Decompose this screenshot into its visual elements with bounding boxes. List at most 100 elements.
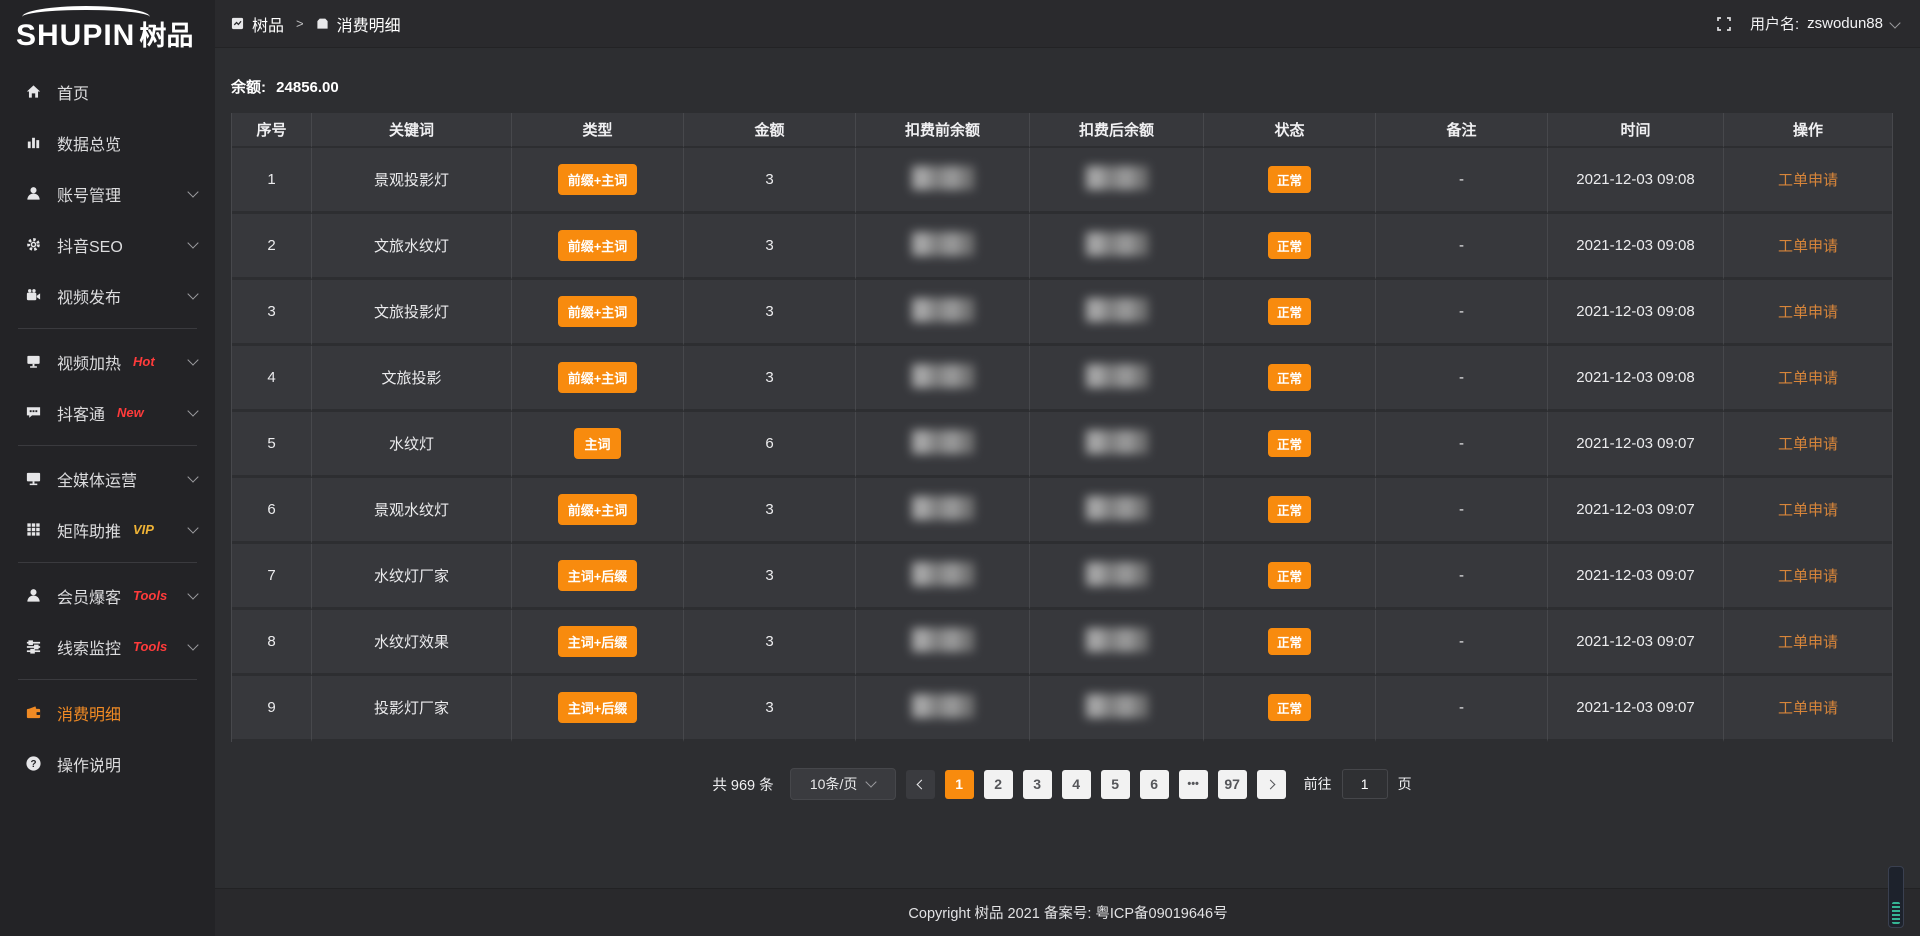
cell-index: 6 xyxy=(232,478,312,544)
prev-page-button[interactable] xyxy=(906,770,935,799)
cell-amount: 3 xyxy=(684,280,856,346)
work-order-link[interactable]: 工单申请 xyxy=(1778,568,1838,585)
masked-balance-value xyxy=(912,364,974,388)
chevron-down-icon xyxy=(187,588,198,599)
masked-balance-value xyxy=(1086,298,1148,322)
page-button-5[interactable]: 5 xyxy=(1101,770,1130,799)
page-button-97[interactable]: 97 xyxy=(1218,770,1247,799)
cell-keyword: 水纹灯效果 xyxy=(312,610,512,676)
sidebar-item-tag: Hot xyxy=(133,354,155,369)
cell-type: 前缀+主词 xyxy=(512,214,684,280)
masked-balance-value xyxy=(1086,430,1148,454)
chevron-down-icon xyxy=(187,405,198,416)
sidebar-item-account-manage[interactable]: 账号管理 xyxy=(0,168,215,219)
sidebar-item-data-overview[interactable]: 数据总览 xyxy=(0,117,215,168)
cell-amount: 3 xyxy=(684,544,856,610)
breadcrumb-root[interactable]: 树品 xyxy=(252,12,284,36)
work-order-link[interactable]: 工单申请 xyxy=(1778,238,1838,255)
page-button-3[interactable]: 3 xyxy=(1023,770,1052,799)
app-root: SHUPIN树品 首页数据总览账号管理抖音SEO视频发布视频加热Hot抖客通Ne… xyxy=(0,0,1920,936)
cell-balance_before xyxy=(856,280,1030,346)
goto-page-input[interactable] xyxy=(1342,769,1388,799)
sidebar-item-consume-detail[interactable]: 消费明细 xyxy=(0,687,215,738)
cell-status: 正常 xyxy=(1204,412,1376,478)
cell-remark: - xyxy=(1376,346,1548,412)
page-size-select[interactable]: 10条/页 xyxy=(790,768,896,800)
work-order-link[interactable]: 工单申请 xyxy=(1778,634,1838,651)
topbar: 树品 > 消费明细 用户名: zswodun88 xyxy=(215,0,1920,48)
cell-status: 正常 xyxy=(1204,544,1376,610)
sidebar-item-help[interactable]: ?操作说明 xyxy=(0,738,215,789)
sidebar-item-douketong[interactable]: 抖客通New xyxy=(0,387,215,438)
chevron-down-icon xyxy=(187,288,198,299)
username-value: zswodun88 xyxy=(1807,15,1883,32)
work-order-link[interactable]: 工单申请 xyxy=(1778,700,1838,717)
type-badge: 主词+后缀 xyxy=(558,560,638,591)
cell-action: 工单申请 xyxy=(1724,346,1892,412)
breadcrumb-separator: > xyxy=(296,16,304,31)
sidebar-item-tag: New xyxy=(117,405,144,420)
type-badge: 前缀+主词 xyxy=(558,164,638,195)
status-badge: 正常 xyxy=(1268,628,1311,655)
cell-action: 工单申请 xyxy=(1724,676,1892,742)
chevron-down-icon xyxy=(187,471,198,482)
sidebar-item-video-heat[interactable]: 视频加热Hot xyxy=(0,336,215,387)
sidebar-item-tag: VIP xyxy=(133,522,154,537)
chevron-down-icon xyxy=(1889,17,1900,28)
sidebar-item-matrix-boost[interactable]: 矩阵助推VIP xyxy=(0,504,215,555)
cell-balance_after xyxy=(1030,214,1204,280)
type-badge: 主词+后缀 xyxy=(558,692,638,723)
column-header-balance_after: 扣费后余额 xyxy=(1030,113,1204,148)
work-order-link[interactable]: 工单申请 xyxy=(1778,370,1838,387)
content-column: 树品 > 消费明细 用户名: zswodun88 xyxy=(215,0,1920,936)
chat-icon xyxy=(24,404,42,422)
sidebar-item-label: 首页 xyxy=(57,80,89,104)
cell-amount: 3 xyxy=(684,148,856,214)
table-row: 3文旅投影灯前缀+主词3正常-2021-12-03 09:08工单申请 xyxy=(232,280,1892,346)
page-button-6[interactable]: 6 xyxy=(1140,770,1169,799)
footer: Copyright 树品 2021 备案号: 粤ICP备09019646号 xyxy=(215,888,1920,936)
table-row: 1景观投影灯前缀+主词3正常-2021-12-03 09:08工单申请 xyxy=(232,148,1892,214)
sidebar-item-member-burst[interactable]: 会员爆客Tools xyxy=(0,570,215,621)
page-ellipsis-button[interactable]: ••• xyxy=(1179,770,1208,799)
work-order-link[interactable]: 工单申请 xyxy=(1778,502,1838,519)
sidebar-item-douyin-seo[interactable]: 抖音SEO xyxy=(0,219,215,270)
masked-balance-value xyxy=(912,628,974,652)
next-page-button[interactable] xyxy=(1257,770,1286,799)
work-order-link[interactable]: 工单申请 xyxy=(1778,172,1838,189)
page-button-4[interactable]: 4 xyxy=(1062,770,1091,799)
cell-remark: - xyxy=(1376,148,1548,214)
cell-remark: - xyxy=(1376,610,1548,676)
sidebar-item-home[interactable]: 首页 xyxy=(0,66,215,117)
sidebar-item-tag: Tools xyxy=(133,588,167,603)
sidebar-item-video-publish[interactable]: 视频发布 xyxy=(0,270,215,321)
sidebar-item-all-media[interactable]: 全媒体运营 xyxy=(0,453,215,504)
cell-status: 正常 xyxy=(1204,610,1376,676)
scroll-indicator-widget[interactable] xyxy=(1888,866,1904,928)
chevron-down-icon xyxy=(866,776,877,787)
page-button-1[interactable]: 1 xyxy=(945,770,974,799)
copyright-text: Copyright 树品 2021 备案号: 粤ICP备09019646号 xyxy=(908,902,1227,923)
column-header-balance_before: 扣费前余额 xyxy=(856,113,1030,148)
cell-keyword: 水纹灯 xyxy=(312,412,512,478)
work-order-link[interactable]: 工单申请 xyxy=(1778,436,1838,453)
masked-balance-value xyxy=(1086,496,1148,520)
status-badge: 正常 xyxy=(1268,364,1311,391)
sidebar-item-label: 数据总览 xyxy=(57,131,121,155)
sidebar-item-clue-monitor[interactable]: 线索监控Tools xyxy=(0,621,215,672)
cell-time: 2021-12-03 09:08 xyxy=(1548,346,1724,412)
user-menu[interactable]: 用户名: zswodun88 xyxy=(1750,13,1899,34)
sidebar-menu: 首页数据总览账号管理抖音SEO视频发布视频加热Hot抖客通New 全媒体运营矩阵助… xyxy=(0,66,215,789)
fullscreen-icon[interactable] xyxy=(1716,16,1732,32)
sidebar-divider xyxy=(18,445,197,446)
user-icon xyxy=(24,185,42,203)
chevron-down-icon xyxy=(187,354,198,365)
cell-balance_after xyxy=(1030,280,1204,346)
cell-type: 前缀+主词 xyxy=(512,346,684,412)
work-order-link[interactable]: 工单申请 xyxy=(1778,304,1838,321)
type-badge: 前缀+主词 xyxy=(558,362,638,393)
sidebar-divider xyxy=(18,679,197,680)
cell-amount: 3 xyxy=(684,610,856,676)
page-button-2[interactable]: 2 xyxy=(984,770,1013,799)
table-row: 7水纹灯厂家主词+后缀3正常-2021-12-03 09:07工单申请 xyxy=(232,544,1892,610)
